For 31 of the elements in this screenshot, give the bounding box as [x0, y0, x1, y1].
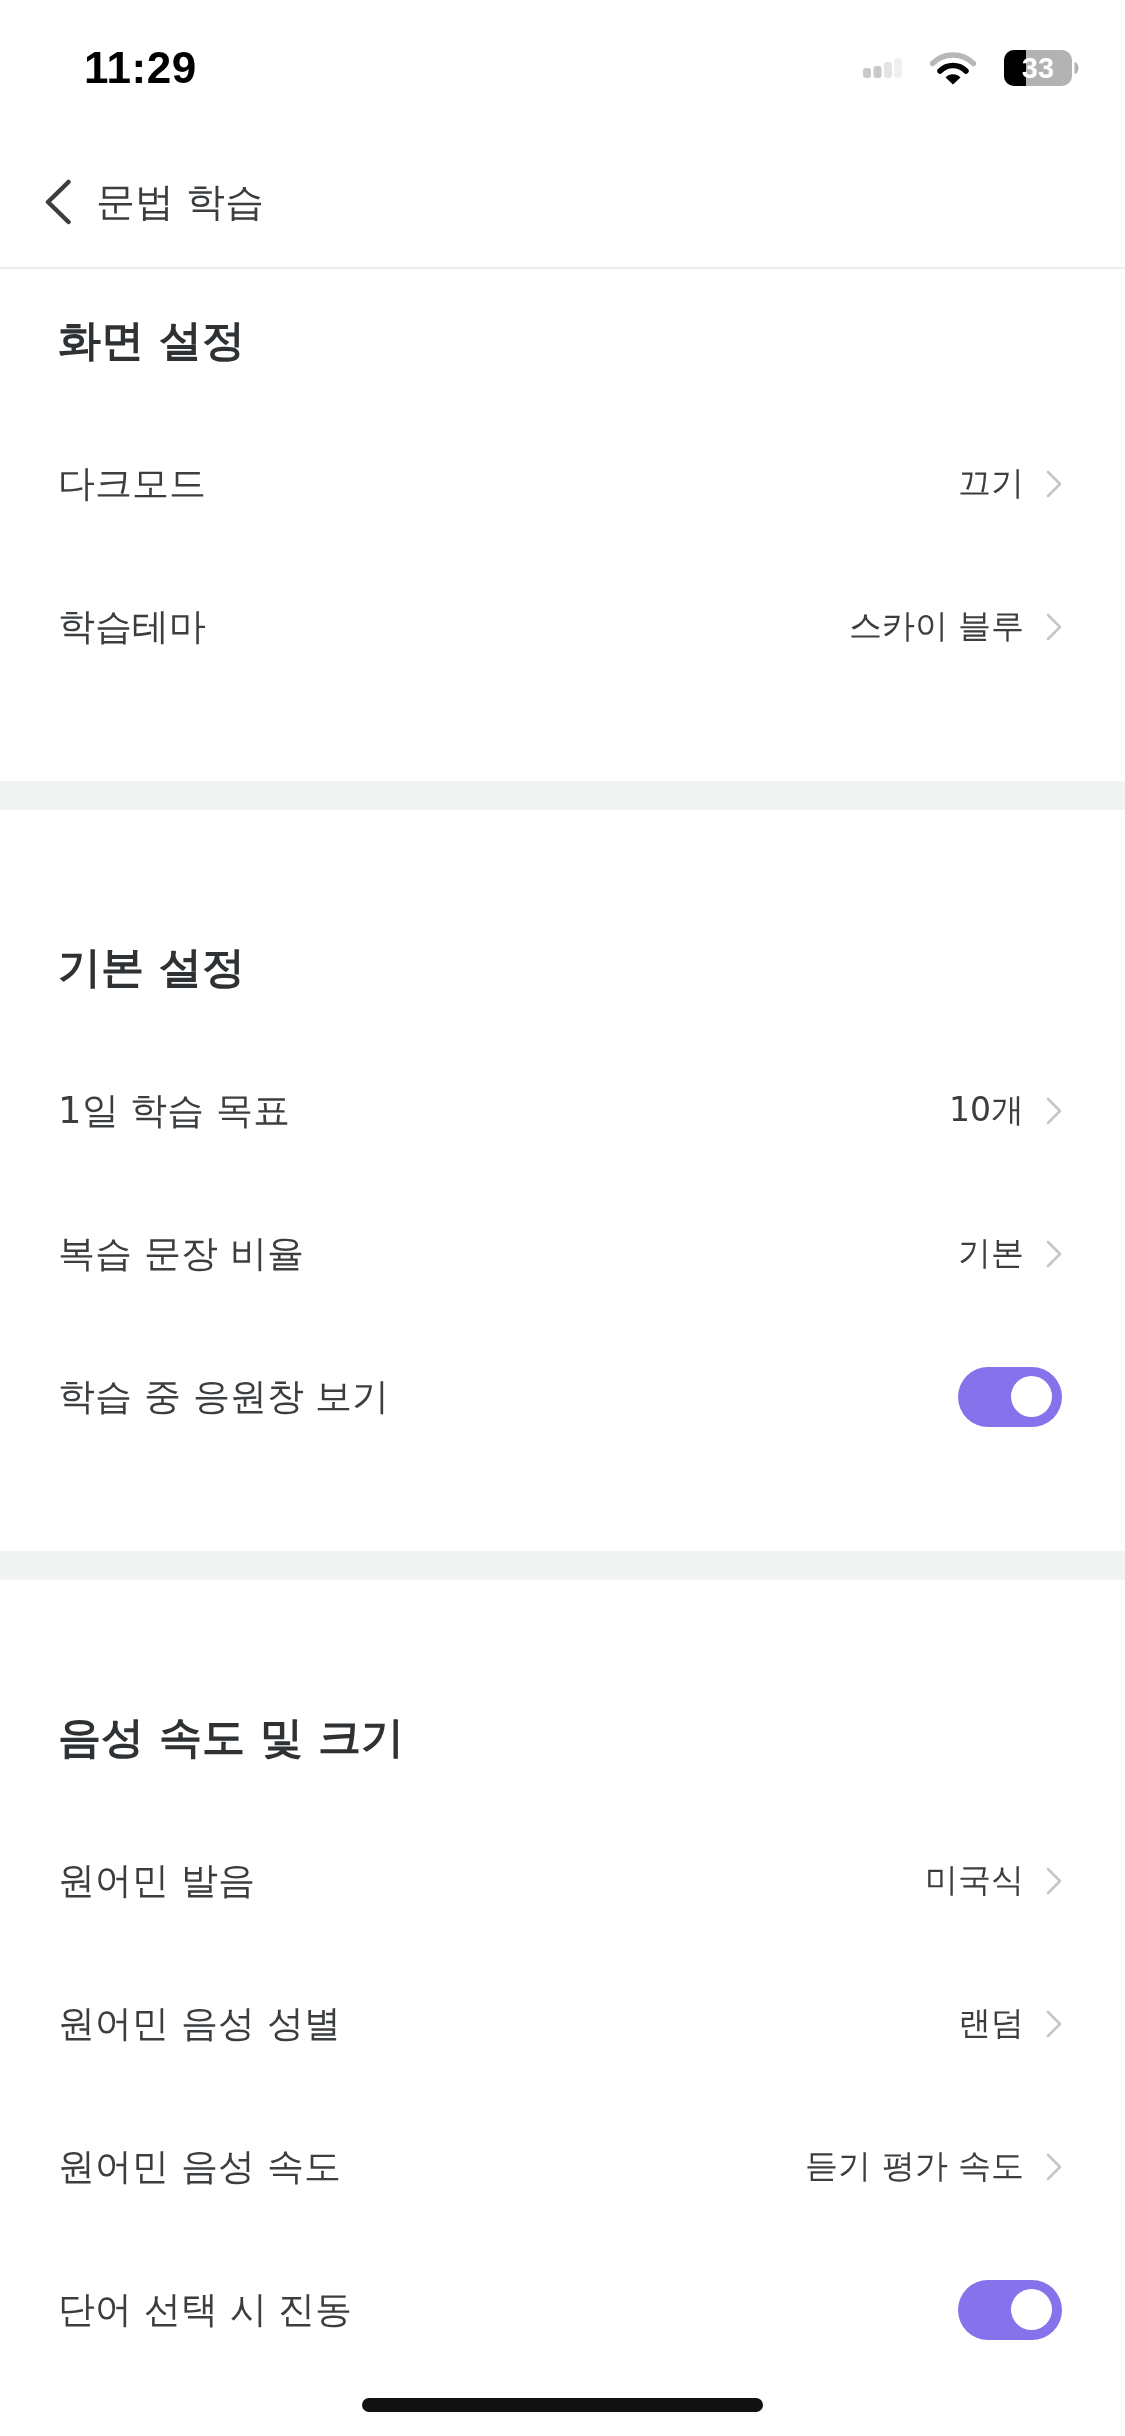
setting-label: 원어민 음성 성별 [58, 2000, 341, 2047]
chevron-right-icon [1046, 1239, 1062, 1268]
setting-label: 원어민 음성 속도 [58, 2143, 341, 2190]
section-title: 기본 설정 [58, 940, 245, 994]
cellular-signal-icon [863, 58, 902, 78]
section-title: 화면 설정 [58, 313, 245, 367]
chevron-right-icon [1046, 2009, 1062, 2038]
setting-value[interactable]: 스카이 블루 [848, 604, 1024, 649]
setting-label: 복습 문장 비율 [58, 1230, 304, 1277]
setting-value[interactable]: 기본 [958, 1231, 1024, 1276]
setting-label: 원어민 발음 [58, 1857, 255, 1904]
status-time: 11:29 [84, 43, 197, 93]
setting-value[interactable]: 듣기 평가 속도 [805, 2144, 1024, 2189]
setting-label: 학습 중 응원창 보기 [58, 1373, 390, 1420]
setting-label: 다크모드 [58, 460, 206, 507]
setting-label: 1일 학습 목표 [58, 1087, 291, 1134]
chevron-right-icon [1046, 1096, 1062, 1125]
wifi-icon [930, 51, 976, 85]
chevron-right-icon [1046, 2152, 1062, 2181]
setting-label: 학습테마 [58, 603, 206, 650]
setting-label: 단어 선택 시 진동 [58, 2286, 353, 2333]
setting-value[interactable]: 미국식 [925, 1858, 1024, 1903]
section-title: 음성 속도 및 크기 [58, 1710, 404, 1764]
back-chevron-icon[interactable] [44, 178, 72, 225]
setting-value[interactable]: 랜덤 [958, 2001, 1024, 2046]
setting-value[interactable]: 10개 [949, 1088, 1024, 1133]
screen-title: 문법 학습 [96, 177, 265, 226]
setting-value[interactable]: 끄기 [958, 461, 1024, 506]
chevron-right-icon [1046, 469, 1062, 498]
chevron-right-icon [1046, 612, 1062, 641]
chevron-right-icon [1046, 1866, 1062, 1895]
